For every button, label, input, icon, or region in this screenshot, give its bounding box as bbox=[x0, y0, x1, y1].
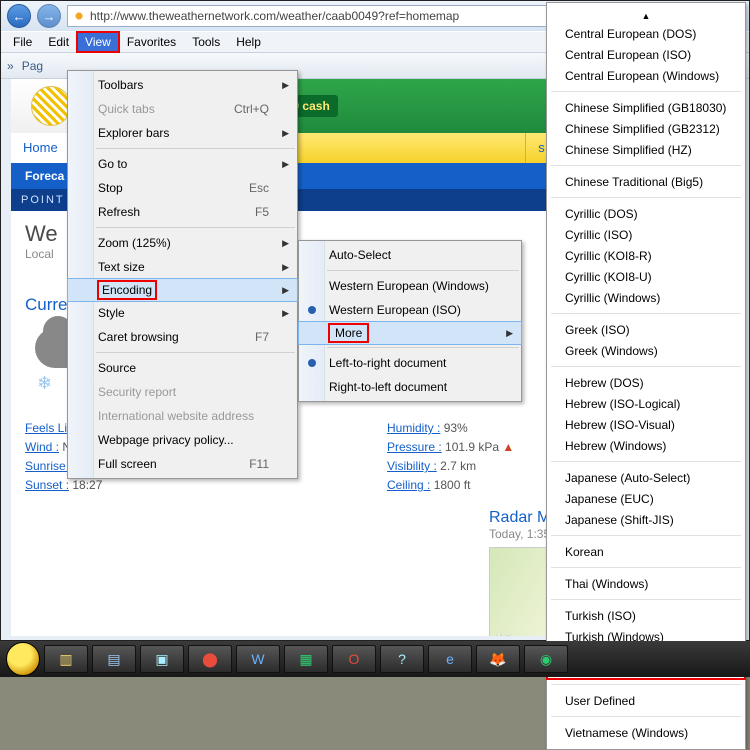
enc-we-win[interactable]: Western European (Windows) bbox=[299, 274, 521, 298]
enc-item[interactable]: Japanese (EUC) bbox=[547, 488, 745, 509]
url-text: http://www.theweathernetwork.com/weather… bbox=[90, 9, 459, 23]
mi-privacy[interactable]: Webpage privacy policy... bbox=[68, 428, 297, 452]
enc-item[interactable]: Greek (ISO) bbox=[547, 319, 745, 340]
scroll-up-arrow[interactable]: ▲ bbox=[547, 9, 745, 23]
mi-explorerbars[interactable]: Explorer bars▶ bbox=[68, 121, 297, 145]
menu-tools[interactable]: Tools bbox=[184, 32, 228, 52]
site-favicon bbox=[72, 9, 86, 23]
enc-item[interactable]: Cyrillic (DOS) bbox=[547, 203, 745, 224]
subnav-forecast[interactable]: Foreca bbox=[25, 169, 64, 183]
enc-item[interactable]: Greek (Windows) bbox=[547, 340, 745, 361]
mi-caret[interactable]: Caret browsingF7 bbox=[68, 325, 297, 349]
enc-item[interactable]: Hebrew (ISO-Logical) bbox=[547, 393, 745, 414]
mi-textsize[interactable]: Text size▶ bbox=[68, 255, 297, 279]
task-opera[interactable]: O bbox=[332, 645, 376, 673]
task-question[interactable]: ? bbox=[380, 645, 424, 673]
enc-item[interactable]: Cyrillic (KOI8-R) bbox=[547, 245, 745, 266]
mi-zoom[interactable]: Zoom (125%)▶ bbox=[68, 231, 297, 255]
enc-item[interactable]: Central European (ISO) bbox=[547, 44, 745, 65]
mi-quicktabs[interactable]: Quick tabsCtrl+Q bbox=[68, 97, 297, 121]
enc-item[interactable]: User Defined bbox=[547, 690, 745, 711]
enc-item[interactable]: Japanese (Auto-Select) bbox=[547, 467, 745, 488]
menu-edit[interactable]: Edit bbox=[40, 32, 77, 52]
enc-item[interactable]: Korean bbox=[547, 541, 745, 562]
mi-refresh[interactable]: RefreshF5 bbox=[68, 200, 297, 224]
cmdbar-page[interactable]: Pag bbox=[22, 59, 43, 73]
enc-item[interactable]: Chinese Traditional (Big5) bbox=[547, 171, 745, 192]
enc-item[interactable]: Cyrillic (KOI8-U) bbox=[547, 266, 745, 287]
mi-goto[interactable]: Go to▶ bbox=[68, 152, 297, 176]
mi-encoding[interactable]: Encoding▶ bbox=[67, 278, 298, 302]
menu-file[interactable]: File bbox=[5, 32, 40, 52]
taskbar: ▥ ▤ ▣ ⬤ W ▦ O ? e 🦊 ◉ bbox=[0, 641, 750, 677]
enc-item[interactable]: Central European (Windows) bbox=[547, 65, 745, 86]
enc-item[interactable]: Thai (Windows) bbox=[547, 573, 745, 594]
enc-item[interactable]: Hebrew (Windows) bbox=[547, 435, 745, 456]
mi-fullscreen[interactable]: Full screenF11 bbox=[68, 452, 297, 476]
task-excel[interactable]: ▦ bbox=[284, 645, 328, 673]
task-ie[interactable]: e bbox=[428, 645, 472, 673]
encoding-submenu: Auto-Select Western European (Windows) W… bbox=[298, 240, 522, 402]
task-word[interactable]: W bbox=[236, 645, 280, 673]
enc-item[interactable]: Chinese Simplified (GB18030) bbox=[547, 97, 745, 118]
address-bar[interactable]: http://www.theweathernetwork.com/weather… bbox=[67, 5, 583, 27]
enc-item[interactable]: Chinese Simplified (HZ) bbox=[547, 139, 745, 160]
enc-item[interactable]: Chinese Simplified (GB2312) bbox=[547, 118, 745, 139]
enc-item[interactable]: Cyrillic (Windows) bbox=[547, 287, 745, 308]
enc-item[interactable]: Hebrew (DOS) bbox=[547, 372, 745, 393]
mi-source[interactable]: Source bbox=[68, 356, 297, 380]
menu-favorites[interactable]: Favorites bbox=[119, 32, 184, 52]
enc-item[interactable]: Vietnamese (Windows) bbox=[547, 722, 745, 743]
mi-stop[interactable]: StopEsc bbox=[68, 176, 297, 200]
task-generic1[interactable]: ▤ bbox=[92, 645, 136, 673]
enc-we-iso[interactable]: Western European (ISO) bbox=[299, 298, 521, 322]
nav-home[interactable]: Home bbox=[11, 133, 71, 163]
encoding-list: ▲ Central European (DOS)Central European… bbox=[546, 2, 746, 750]
task-chrome[interactable]: ◉ bbox=[524, 645, 568, 673]
menu-help[interactable]: Help bbox=[228, 32, 269, 52]
enc-item[interactable]: Japanese (Shift-JIS) bbox=[547, 509, 745, 530]
enc-item[interactable]: Turkish (ISO) bbox=[547, 605, 745, 626]
task-firefox[interactable]: 🦊 bbox=[476, 645, 520, 673]
enc-more[interactable]: More▶ bbox=[298, 321, 522, 345]
enc-item[interactable]: Hebrew (ISO-Visual) bbox=[547, 414, 745, 435]
task-generic2[interactable]: ▣ bbox=[140, 645, 184, 673]
mi-intl[interactable]: International website address bbox=[68, 404, 297, 428]
enc-auto[interactable]: Auto-Select bbox=[299, 243, 521, 267]
back-button[interactable]: ← bbox=[7, 4, 31, 28]
view-dropdown: Toolbars▶ Quick tabsCtrl+Q Explorer bars… bbox=[67, 70, 298, 479]
menu-view[interactable]: View bbox=[77, 32, 119, 52]
task-media[interactable]: ⬤ bbox=[188, 645, 232, 673]
mi-toolbars[interactable]: Toolbars▶ bbox=[68, 73, 297, 97]
mi-security[interactable]: Security report bbox=[68, 380, 297, 404]
task-explorer[interactable]: ▥ bbox=[44, 645, 88, 673]
forward-button[interactable]: → bbox=[37, 4, 61, 28]
start-button[interactable] bbox=[6, 642, 40, 676]
mi-style[interactable]: Style▶ bbox=[68, 301, 297, 325]
enc-item[interactable]: Cyrillic (ISO) bbox=[547, 224, 745, 245]
cmdbar-chevrons[interactable]: » bbox=[7, 59, 14, 73]
enc-ltr[interactable]: Left-to-right document bbox=[299, 351, 521, 375]
enc-item[interactable]: Central European (DOS) bbox=[547, 23, 745, 44]
enc-rtl[interactable]: Right-to-left document bbox=[299, 375, 521, 399]
